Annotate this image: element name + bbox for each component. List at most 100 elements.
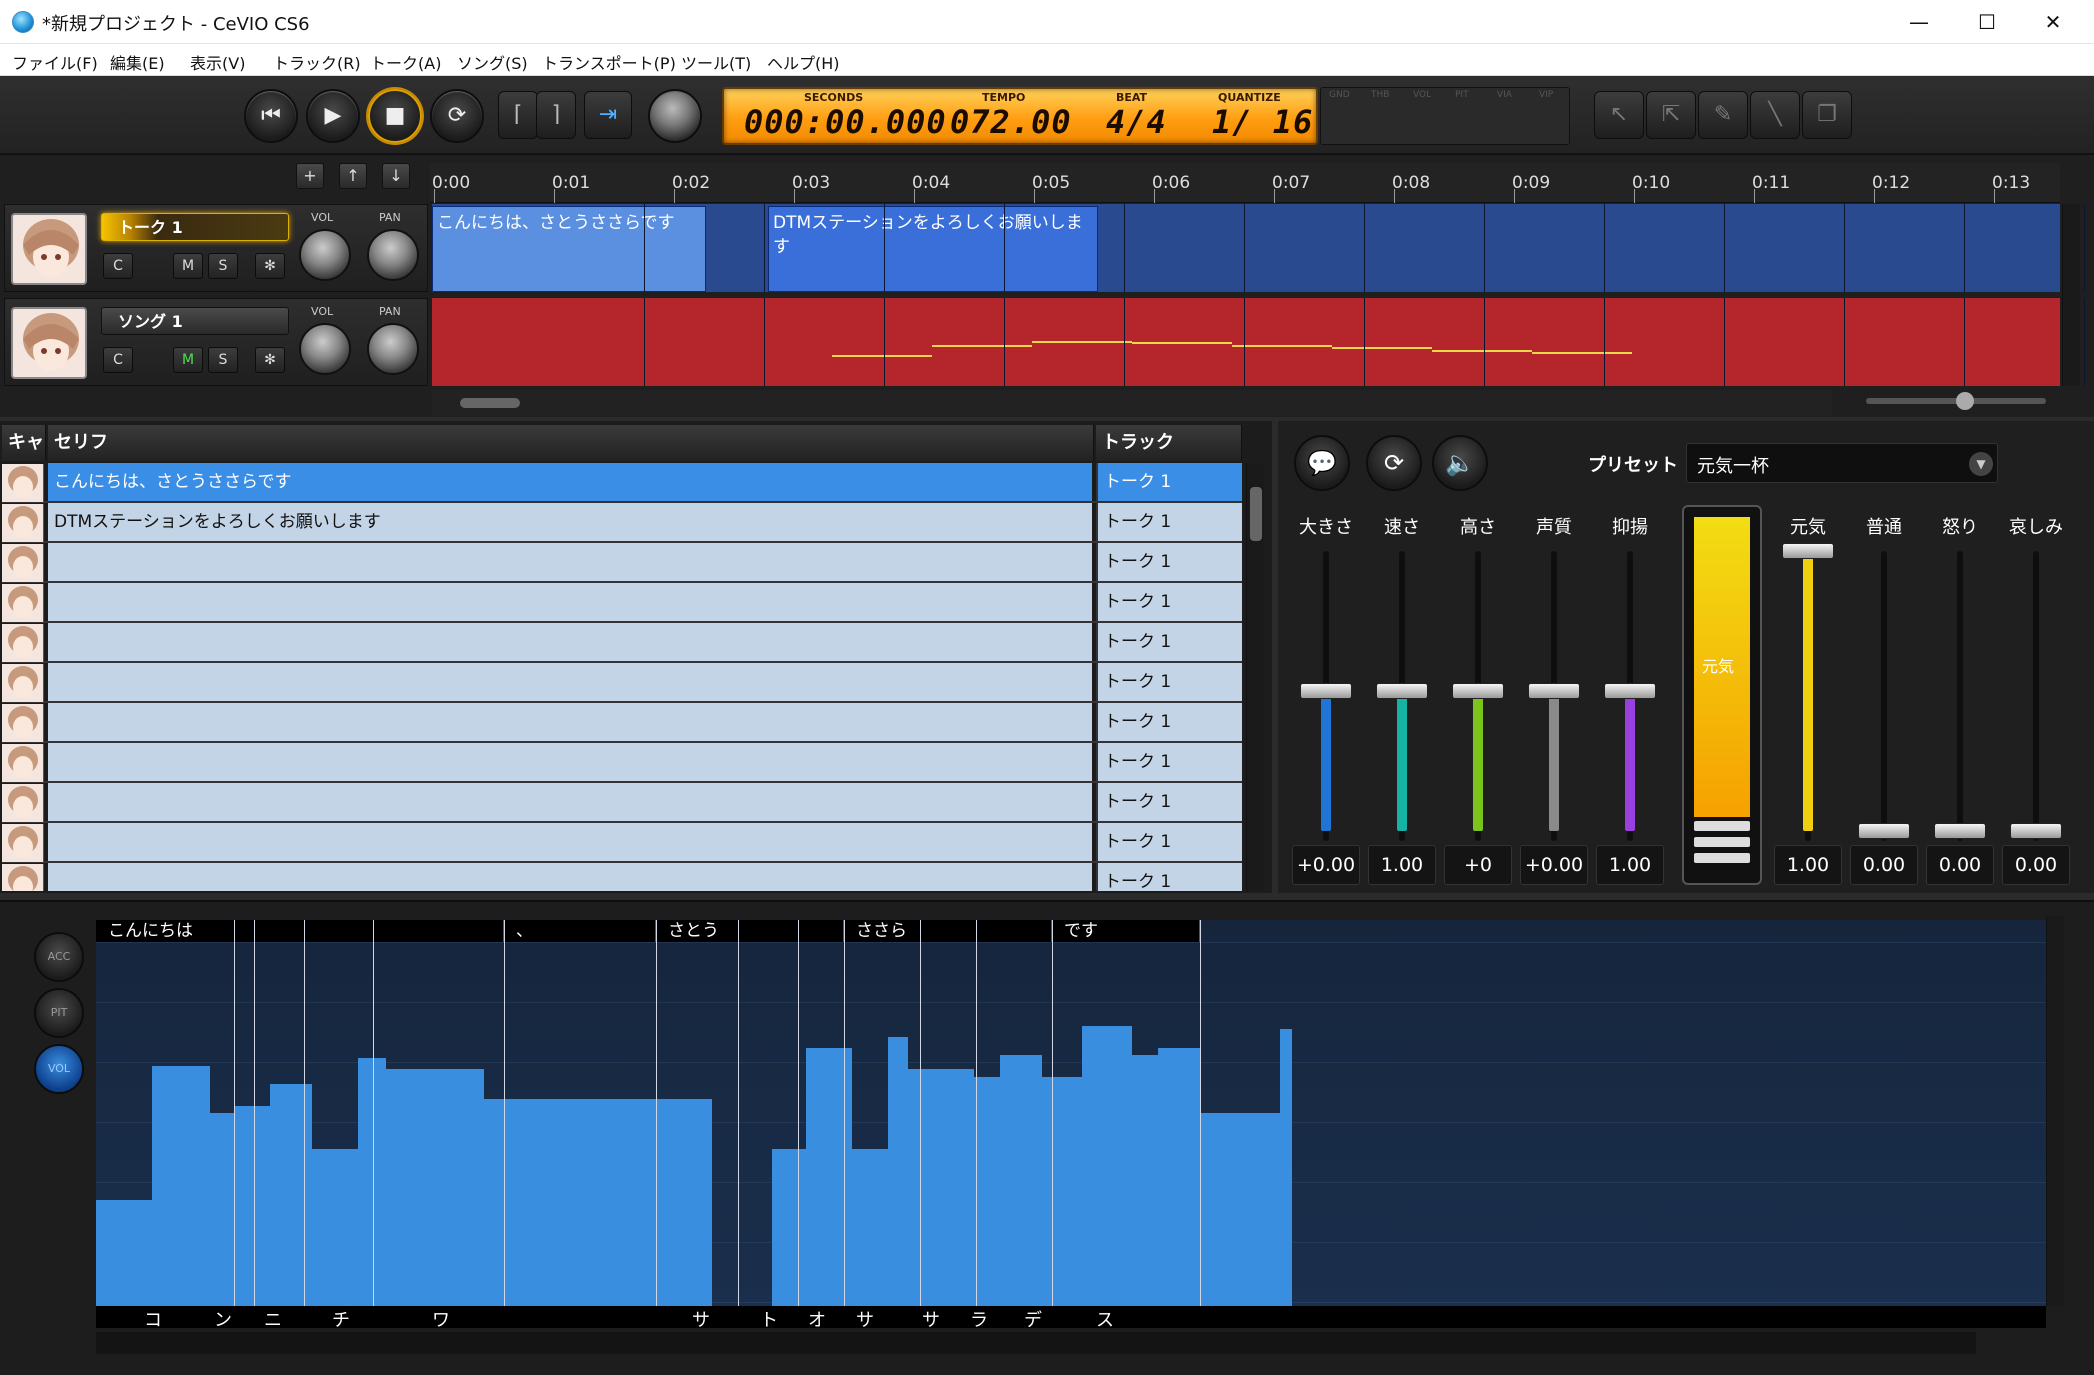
track-name[interactable]: ソング 1 bbox=[101, 307, 289, 335]
word-cell[interactable]: ささら bbox=[844, 920, 1052, 942]
phoneme-divider[interactable] bbox=[656, 920, 657, 1306]
menu-transport[interactable]: トランスポート(P) bbox=[542, 50, 676, 74]
track-header-talk[interactable]: トーク 1 C M S ✻ VOL PAN bbox=[4, 204, 428, 292]
track-settings-button[interactable]: ✻ bbox=[255, 253, 285, 279]
maximize-button[interactable]: ☐ bbox=[1954, 0, 2020, 44]
param-value[interactable]: 1.00 bbox=[1774, 845, 1842, 885]
menu-song[interactable]: ソング(S) bbox=[457, 50, 528, 74]
slider-handle[interactable] bbox=[1528, 683, 1580, 699]
param-value[interactable]: 0.00 bbox=[1926, 845, 1994, 885]
track-name[interactable]: トーク 1 bbox=[101, 213, 289, 241]
track-c-button[interactable]: C bbox=[103, 253, 133, 279]
script-row[interactable]: トーク 1 bbox=[2, 543, 1242, 583]
line-tool-button[interactable]: ╲ bbox=[1750, 91, 1800, 139]
slider-handle[interactable] bbox=[1452, 683, 1504, 699]
menu-talk[interactable]: トーク(A) bbox=[370, 50, 441, 74]
track-column-header[interactable]: トラック bbox=[1096, 425, 1242, 461]
cast-column-header[interactable]: キャ bbox=[2, 425, 46, 461]
menu-edit[interactable]: 編集(E) bbox=[110, 50, 165, 74]
track-c-button[interactable]: C bbox=[103, 347, 133, 373]
slider-handle[interactable] bbox=[1300, 683, 1352, 699]
volume-bar[interactable] bbox=[270, 1083, 312, 1306]
script-row[interactable]: トーク 1 bbox=[2, 703, 1242, 743]
talk-lane[interactable]: こんにちは、さとうささらです DTMステーションをよろしくお願いします bbox=[432, 204, 2085, 292]
volume-bar[interactable] bbox=[96, 1200, 152, 1306]
phoneme-divider[interactable] bbox=[976, 920, 977, 1306]
script-row[interactable]: トーク 1 bbox=[2, 863, 1242, 891]
zoom-slider[interactable] bbox=[1866, 392, 2046, 410]
menu-help[interactable]: ヘルプ(H) bbox=[767, 50, 840, 74]
menu-track[interactable]: トラック(R) bbox=[273, 50, 361, 74]
script-line-cell[interactable]: こんにちは、さとうささらです bbox=[48, 463, 1092, 501]
scroll-thumb[interactable] bbox=[460, 398, 520, 408]
emotion-handle[interactable] bbox=[1694, 821, 1750, 831]
minimize-button[interactable]: — bbox=[1886, 0, 1952, 44]
script-line-cell[interactable]: DTMステーションをよろしくお願いします bbox=[48, 503, 1092, 541]
param-value[interactable]: 0.00 bbox=[1850, 845, 1918, 885]
volume-bar[interactable] bbox=[1042, 1076, 1082, 1306]
word-cell[interactable]: 、 bbox=[504, 920, 656, 942]
script-track-cell[interactable]: トーク 1 bbox=[1096, 503, 1242, 541]
phoneme-divider[interactable] bbox=[234, 920, 235, 1306]
slider-track[interactable] bbox=[1957, 551, 1963, 841]
script-row[interactable]: トーク 1 bbox=[2, 583, 1242, 623]
param-value[interactable]: +0.00 bbox=[1292, 845, 1360, 885]
emotion-handle[interactable] bbox=[1694, 853, 1750, 863]
script-line-cell[interactable] bbox=[48, 663, 1092, 701]
menu-view[interactable]: 表示(V) bbox=[190, 50, 245, 74]
play-button[interactable]: ▶ bbox=[306, 89, 360, 143]
phoneme-divider[interactable] bbox=[798, 920, 799, 1306]
range-tool-button[interactable]: ⇱ bbox=[1646, 91, 1696, 139]
phoneme-divider[interactable] bbox=[504, 920, 505, 1306]
script-row[interactable]: トーク 1 bbox=[2, 743, 1242, 783]
word-cell[interactable]: こんにちは bbox=[96, 920, 504, 942]
phoneme-divider[interactable] bbox=[254, 920, 255, 1306]
volume-bar[interactable] bbox=[888, 1036, 908, 1306]
emotion-handle[interactable] bbox=[1694, 837, 1750, 847]
script-track-cell[interactable]: トーク 1 bbox=[1096, 863, 1242, 891]
phoneme-divider[interactable] bbox=[304, 920, 305, 1306]
menu-tools[interactable]: ツール(T) bbox=[681, 50, 751, 74]
talk-clip[interactable]: DTMステーションをよろしくお願いします bbox=[768, 206, 1098, 292]
script-line-cell[interactable] bbox=[48, 743, 1092, 781]
script-row[interactable]: トーク 1 bbox=[2, 623, 1242, 663]
beat-value[interactable]: 4/4 bbox=[1106, 103, 1167, 141]
slider-track[interactable] bbox=[2033, 551, 2039, 841]
line-column-header[interactable]: セリフ bbox=[48, 425, 1094, 461]
param-value[interactable]: 1.00 bbox=[1596, 845, 1664, 885]
script-row[interactable]: トーク 1 bbox=[2, 823, 1242, 863]
phoneme-divider[interactable] bbox=[1052, 920, 1053, 1306]
mute-button[interactable]: M bbox=[173, 347, 203, 373]
mute-button[interactable]: M bbox=[173, 253, 203, 279]
song-lane[interactable] bbox=[432, 298, 2085, 386]
script-track-cell[interactable]: トーク 1 bbox=[1096, 663, 1242, 701]
script-track-cell[interactable]: トーク 1 bbox=[1096, 703, 1242, 741]
vol-button[interactable]: VOL bbox=[34, 1044, 84, 1094]
loop-button[interactable]: ⟳ bbox=[430, 89, 484, 143]
volume-bar[interactable] bbox=[772, 1149, 806, 1306]
track-settings-button[interactable]: ✻ bbox=[255, 347, 285, 373]
scroll-thumb[interactable] bbox=[1250, 487, 1262, 541]
volume-knob[interactable] bbox=[299, 229, 351, 281]
script-row[interactable]: トーク 1 bbox=[2, 783, 1242, 823]
track-header-song[interactable]: ソング 1 C M S ✻ VOL PAN bbox=[4, 298, 428, 386]
slider-handle[interactable] bbox=[1934, 823, 1986, 839]
script-line-cell[interactable] bbox=[48, 823, 1092, 861]
script-line-cell[interactable] bbox=[48, 783, 1092, 821]
phoneme-divider[interactable] bbox=[1200, 920, 1201, 1306]
close-button[interactable]: ✕ bbox=[2020, 0, 2086, 44]
script-row[interactable]: こんにちは、さとうささらです トーク 1 bbox=[2, 463, 1242, 503]
pit-button[interactable]: PIT bbox=[34, 988, 84, 1038]
volume-bar[interactable] bbox=[1132, 1054, 1158, 1306]
master-volume-knob[interactable] bbox=[648, 89, 702, 143]
script-track-cell[interactable]: トーク 1 bbox=[1096, 743, 1242, 781]
slider-handle[interactable] bbox=[1376, 683, 1428, 699]
script-vertical-scrollbar[interactable] bbox=[1246, 463, 1264, 891]
phoneme-divider[interactable] bbox=[844, 920, 845, 1306]
script-line-cell[interactable] bbox=[48, 583, 1092, 621]
pencil-tool-button[interactable]: ✎ bbox=[1698, 91, 1748, 139]
rewind-button[interactable]: ⏮ bbox=[244, 89, 298, 143]
time-ruler[interactable]: 0:00 0:01 0:02 0:03 0:04 0:05 0:06 0:07 0:08 0:09… bbox=[430, 163, 2060, 203]
script-line-cell[interactable] bbox=[48, 863, 1092, 891]
volume-bar[interactable] bbox=[1200, 1113, 1280, 1306]
